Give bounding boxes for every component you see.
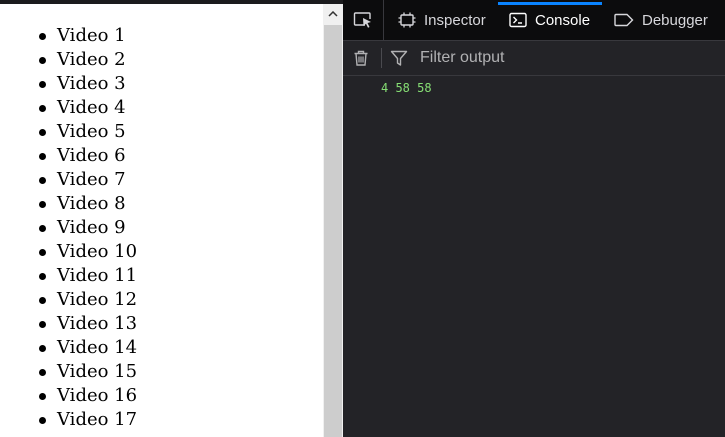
list-item: Video 12 [38,289,138,310]
list-item: Video 14 [38,337,138,358]
element-picker-button[interactable] [343,0,384,40]
element-picker-icon [353,12,371,28]
page-scrollbar[interactable] [323,4,343,437]
list-item: Video 17 [38,409,138,430]
list-item: Video 6 [38,144,137,168]
tab-debugger-label: Debugger [642,11,708,29]
tab-console[interactable]: Console [498,0,603,40]
console-icon [509,12,527,28]
list-item: Video 16 [38,385,138,406]
list-item: Video 5 [38,120,137,144]
page-content: Video 1 Video 2 Video 3 Video 4 Video 5 … [0,4,323,437]
devtools-tabbar: Inspector Console Debugger [343,0,725,41]
list-item: Video 9 [38,216,137,240]
console-output: 4 58 58 [343,76,725,437]
toolbar-separator [381,48,382,68]
tab-debugger[interactable]: Debugger [614,0,708,40]
console-log-message: 4 58 58 [381,81,432,95]
trash-icon [354,50,368,66]
list-item: Video 1 [38,24,137,48]
scrollbar-thumb[interactable] [324,25,342,437]
tab-inspector[interactable]: Inspector [398,0,486,40]
console-toolbar [343,41,725,76]
filter-output-input[interactable] [415,46,725,70]
devtools-panel: Inspector Console Debugger Filter output… [343,0,725,437]
list-item: Video 8 [38,192,137,216]
tab-console-label: Console [535,11,591,29]
filter-icon [390,49,408,67]
list-item: Video 13 [38,313,138,334]
list-item: Video 11 [38,265,138,286]
clear-console-button[interactable] [352,49,370,67]
list-item: Video 3 [38,72,137,96]
list-item: Video 15 [38,361,138,382]
list-item: Video 10 [38,241,138,262]
inspector-icon [398,12,416,28]
video-list: Video 1 Video 2 Video 3 Video 4 Video 5 … [38,24,138,432]
tab-inspector-label: Inspector [424,11,486,29]
list-item: Video 7 [38,168,137,192]
debugger-icon [614,13,634,27]
list-item: Video 4 [38,96,137,120]
list-item: Video 2 [38,48,137,72]
scroll-up-arrow-icon[interactable] [323,4,343,24]
